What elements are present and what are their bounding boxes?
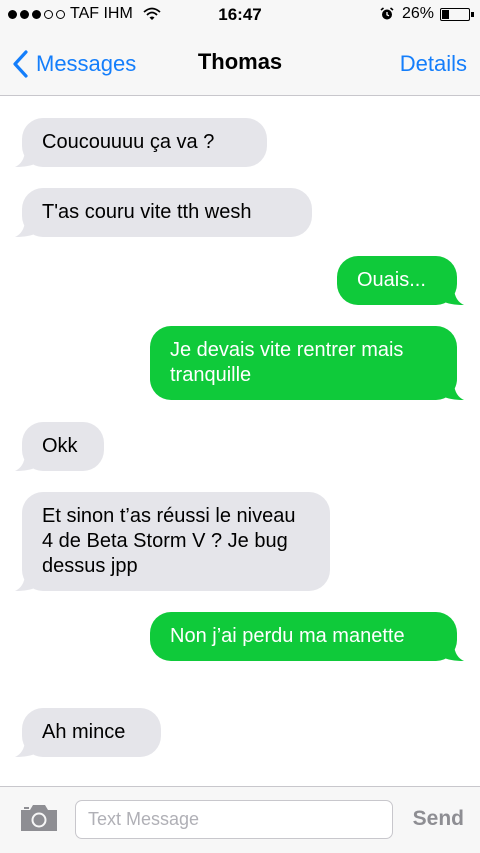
bubble-tail	[15, 221, 37, 237]
incoming-message-bubble: Et sinon t’as réussi le niveau 4 de Beta…	[15, 492, 330, 591]
status-bar: TAF IHM 16:47 26%	[0, 0, 480, 30]
battery-icon	[440, 7, 474, 21]
back-button-label: Messages	[36, 51, 137, 76]
incoming-message-bubble: Ah mince	[15, 708, 161, 757]
message-thread[interactable]: Coucouuuu ça va ? T'as couru vite tth we…	[0, 96, 480, 786]
chevron-left-icon	[13, 50, 28, 78]
battery-percentage: 26%	[401, 5, 434, 22]
outgoing-message-bubble: Je devais vite rentrer mais tranquille	[150, 326, 464, 400]
bubble-tail	[15, 455, 37, 471]
incoming-message-bubble: Okk	[15, 422, 104, 471]
message-text: Okk	[42, 435, 78, 457]
incoming-message-bubble: Coucouuuu ça va ?	[15, 118, 267, 167]
message-text: Ah mince	[42, 721, 126, 743]
message-text: Coucouuuu ça va ?	[42, 131, 215, 153]
details-button[interactable]: Details	[400, 51, 467, 77]
bubble-tail	[442, 384, 464, 400]
alarm-clock-icon	[380, 7, 394, 20]
message-text: Et sinon t’as réussi le niveau 4 de Beta…	[42, 505, 296, 577]
bubble-tail	[442, 289, 464, 305]
message-text: Non j’ai perdu ma manette	[170, 625, 405, 647]
navigation-bar: Messages Thomas Details	[0, 30, 480, 96]
outgoing-message-bubble: Non j’ai perdu ma manette	[150, 612, 464, 661]
message-text-input[interactable]	[75, 800, 393, 839]
incoming-message-bubble: T'as couru vite tth wesh	[15, 188, 312, 237]
status-right: 26%	[380, 5, 474, 23]
bubble-tail	[15, 741, 37, 757]
back-to-messages-button[interactable]: Messages	[12, 50, 136, 78]
bubble-tail	[15, 575, 37, 591]
camera-icon[interactable]	[19, 803, 59, 833]
bubble-tail	[15, 151, 37, 167]
outgoing-message-bubble: Ouais...	[337, 256, 464, 305]
message-text: Ouais...	[357, 269, 426, 291]
message-text: T'as couru vite tth wesh	[42, 201, 252, 223]
bubble-tail	[442, 645, 464, 661]
message-text: Je devais vite rentrer mais tranquille	[170, 339, 404, 386]
message-composer: Send	[0, 786, 480, 853]
send-button[interactable]: Send	[413, 807, 464, 831]
